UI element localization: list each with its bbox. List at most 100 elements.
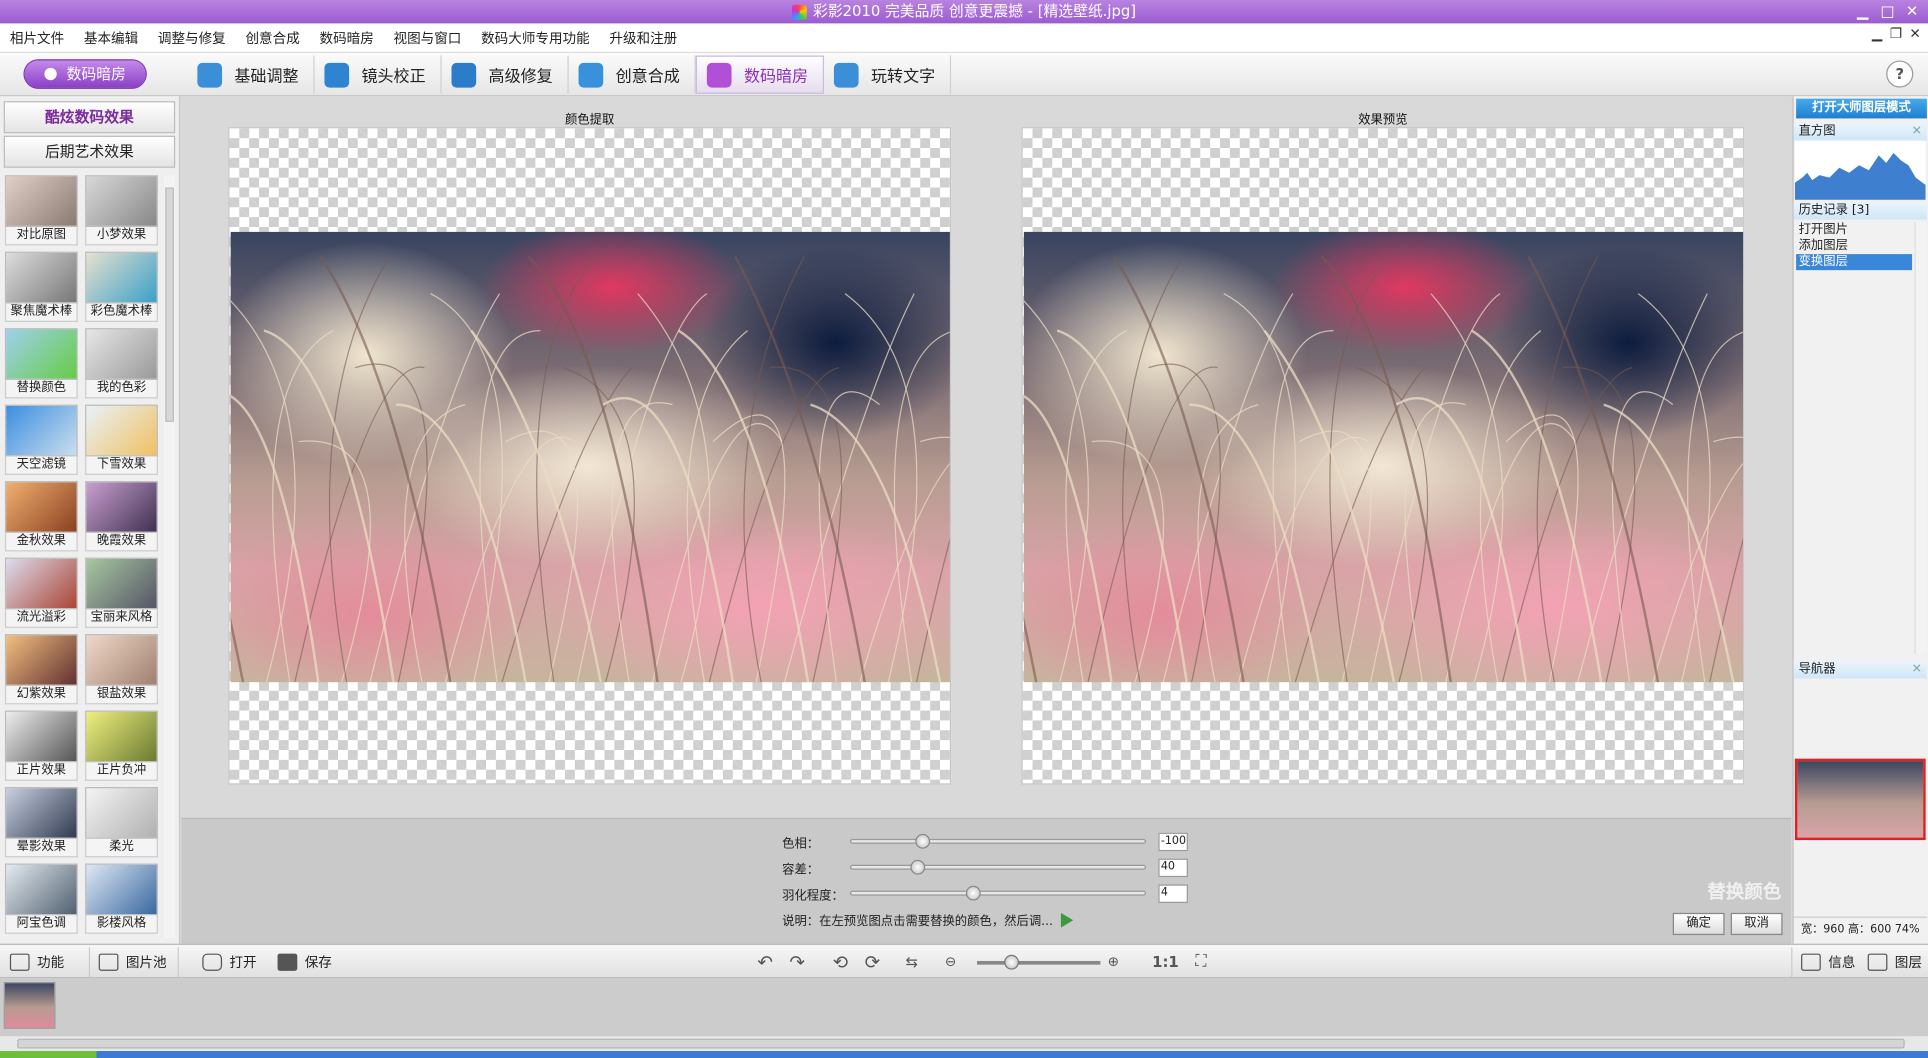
close-icon[interactable]: ✕ (1901, 1, 1923, 21)
effect-item[interactable]: 柔光 (84, 787, 159, 861)
cancel-button[interactable]: 取消 (1730, 912, 1783, 936)
function-button[interactable]: 功能 (9, 950, 65, 975)
menu-creative[interactable]: 创意合成 (236, 28, 310, 48)
effect-thumbnail (4, 481, 78, 533)
main-toolbar: 数码暗房 基础调整 镜头校正 高级修复 创意合成 数码暗房 玩转文字 ? (0, 53, 1928, 97)
effect-item[interactable]: 天空滤镜 (4, 404, 79, 479)
slider-knob[interactable] (966, 885, 982, 901)
history-list: 打开图片 添加图层 变换图层 (1796, 222, 1913, 271)
effect-item[interactable]: 聚焦魔术棒 (4, 251, 79, 326)
history-header: 历史记录 [3] (1793, 202, 1927, 220)
menu-adjust[interactable]: 调整与修复 (148, 28, 236, 48)
zoom-out-icon[interactable]: ⊖ (945, 951, 956, 973)
navigator-thumbnail[interactable] (1794, 758, 1926, 841)
menu-edit[interactable]: 基本编辑 (74, 28, 148, 48)
history-item[interactable]: 打开图片 (1796, 222, 1912, 238)
mode-button[interactable]: 数码暗房 (24, 60, 146, 88)
control-value-input[interactable]: -100 (1158, 832, 1188, 851)
function-label: 功能 (37, 954, 65, 971)
effects-scrollbar[interactable] (164, 175, 176, 938)
effect-item[interactable]: 晚霞效果 (84, 481, 159, 555)
control-value-input[interactable]: 4 (1158, 883, 1188, 903)
history-item[interactable]: 变换图层 (1796, 254, 1913, 271)
picture-pool-button[interactable]: 图片池 (98, 950, 167, 975)
effect-item[interactable]: 正片效果 (4, 710, 79, 785)
history-item[interactable]: 添加图层 (1796, 238, 1912, 254)
save-button[interactable]: 保存 (277, 950, 332, 975)
mdi-restore-icon[interactable]: ❐ (1890, 26, 1902, 42)
help-icon[interactable]: ? (1886, 60, 1914, 88)
effect-thumbnail (4, 634, 78, 686)
redo-icon[interactable]: ↷ (790, 951, 806, 973)
control-value-input[interactable]: 40 (1158, 857, 1188, 877)
slider-knob[interactable] (915, 833, 931, 849)
effect-item[interactable]: 宝丽来风格 (84, 557, 159, 632)
art-effects-button[interactable]: 后期艺术效果 (3, 135, 176, 168)
effect-item[interactable]: 晕影效果 (4, 787, 79, 861)
effect-item[interactable]: 阿宝色调 (4, 863, 79, 938)
menu-register[interactable]: 升级和注册 (600, 28, 688, 48)
effect-item[interactable]: 流光溢彩 (4, 557, 79, 632)
effect-label: 天空滤镜 (4, 456, 78, 475)
photo-extract[interactable] (230, 231, 950, 683)
close-icon[interactable]: ✕ (1912, 123, 1922, 140)
effect-item[interactable]: 幻紫效果 (4, 634, 79, 708)
master-layer-button[interactable]: 打开大师图层模式 (1796, 98, 1927, 119)
tab-4[interactable]: 数码暗房 (695, 55, 825, 94)
minimize-icon[interactable]: ▁ (1852, 1, 1874, 21)
effect-item[interactable]: 正片负冲 (84, 710, 159, 785)
zoom-slider[interactable] (977, 954, 1101, 970)
slider-knob[interactable] (910, 859, 926, 875)
tab-5[interactable]: 玩转文字 (824, 55, 952, 94)
open-button[interactable]: 打开 (202, 950, 257, 975)
menu-master[interactable]: 数码大师专用功能 (471, 28, 599, 48)
effect-item[interactable]: 我的色彩 (84, 328, 159, 402)
effect-item[interactable]: 影楼风格 (84, 863, 159, 938)
menu-file[interactable]: 相片文件 (0, 28, 74, 48)
zoom-in-icon[interactable]: ⊕ (1108, 951, 1119, 973)
effect-item[interactable]: 金秋效果 (4, 481, 79, 555)
close-icon[interactable]: ✕ (1912, 661, 1922, 678)
effect-item[interactable]: 下雪效果 (84, 404, 159, 479)
window-title: 彩影2010 完美品质 创意更震撼 - [精选壁纸.jpg] (813, 2, 1137, 20)
effect-item[interactable]: 小梦效果 (84, 175, 159, 249)
tab-label: 镜头校正 (361, 67, 426, 87)
ok-button[interactable]: 确定 (1672, 912, 1725, 936)
play-icon[interactable] (1060, 912, 1073, 928)
preview-canvas (1021, 127, 1745, 785)
flip-icon[interactable]: ⇆ (905, 951, 917, 973)
mdi-close-icon[interactable]: ✕ (1909, 26, 1920, 42)
cool-effects-button[interactable]: 酷炫数码效果 (3, 101, 176, 134)
tab-0[interactable]: 基础调整 (188, 55, 315, 94)
mdi-minimize-icon[interactable]: ▁ (1872, 26, 1882, 42)
menu-view[interactable]: 视图与窗口 (384, 28, 472, 48)
tab-2[interactable]: 高级修复 (442, 55, 569, 94)
tab-label: 玩转文字 (871, 67, 936, 87)
layers-button[interactable]: 图层 (1867, 950, 1922, 975)
maximize-icon[interactable]: □ (1876, 1, 1898, 21)
tab-3[interactable]: 创意合成 (569, 55, 696, 94)
effect-item[interactable]: 替换颜色 (4, 328, 79, 402)
film-thumbnail[interactable] (3, 981, 56, 1029)
actual-size-button[interactable]: 1:1 (1152, 951, 1179, 973)
app-logo-icon (792, 4, 807, 20)
history-scrollbar[interactable] (1914, 222, 1926, 654)
control-slider[interactable] (849, 885, 1147, 901)
info-button[interactable]: 信息 (1801, 950, 1855, 975)
rotate-left-icon[interactable]: ⟲ (833, 951, 849, 973)
fit-screen-icon[interactable]: ⛶ (1195, 951, 1206, 973)
menu-darkroom[interactable]: 数码暗房 (310, 28, 384, 48)
control-slider[interactable] (849, 833, 1147, 849)
effect-thumbnail (4, 404, 78, 457)
rotate-right-icon[interactable]: ⟳ (865, 951, 881, 973)
extract-canvas[interactable] (228, 127, 952, 785)
effect-item[interactable]: 彩色魔术棒 (84, 251, 159, 326)
save-icon (277, 953, 298, 971)
tab-1[interactable]: 镜头校正 (315, 55, 442, 94)
layers-icon (1867, 953, 1888, 971)
horizontal-scrollbar[interactable] (0, 1034, 1928, 1052)
undo-icon[interactable]: ↶ (757, 951, 773, 973)
control-slider[interactable] (849, 859, 1147, 875)
effect-item[interactable]: 银盐效果 (84, 634, 159, 708)
effect-item[interactable]: 对比原图 (4, 175, 79, 249)
